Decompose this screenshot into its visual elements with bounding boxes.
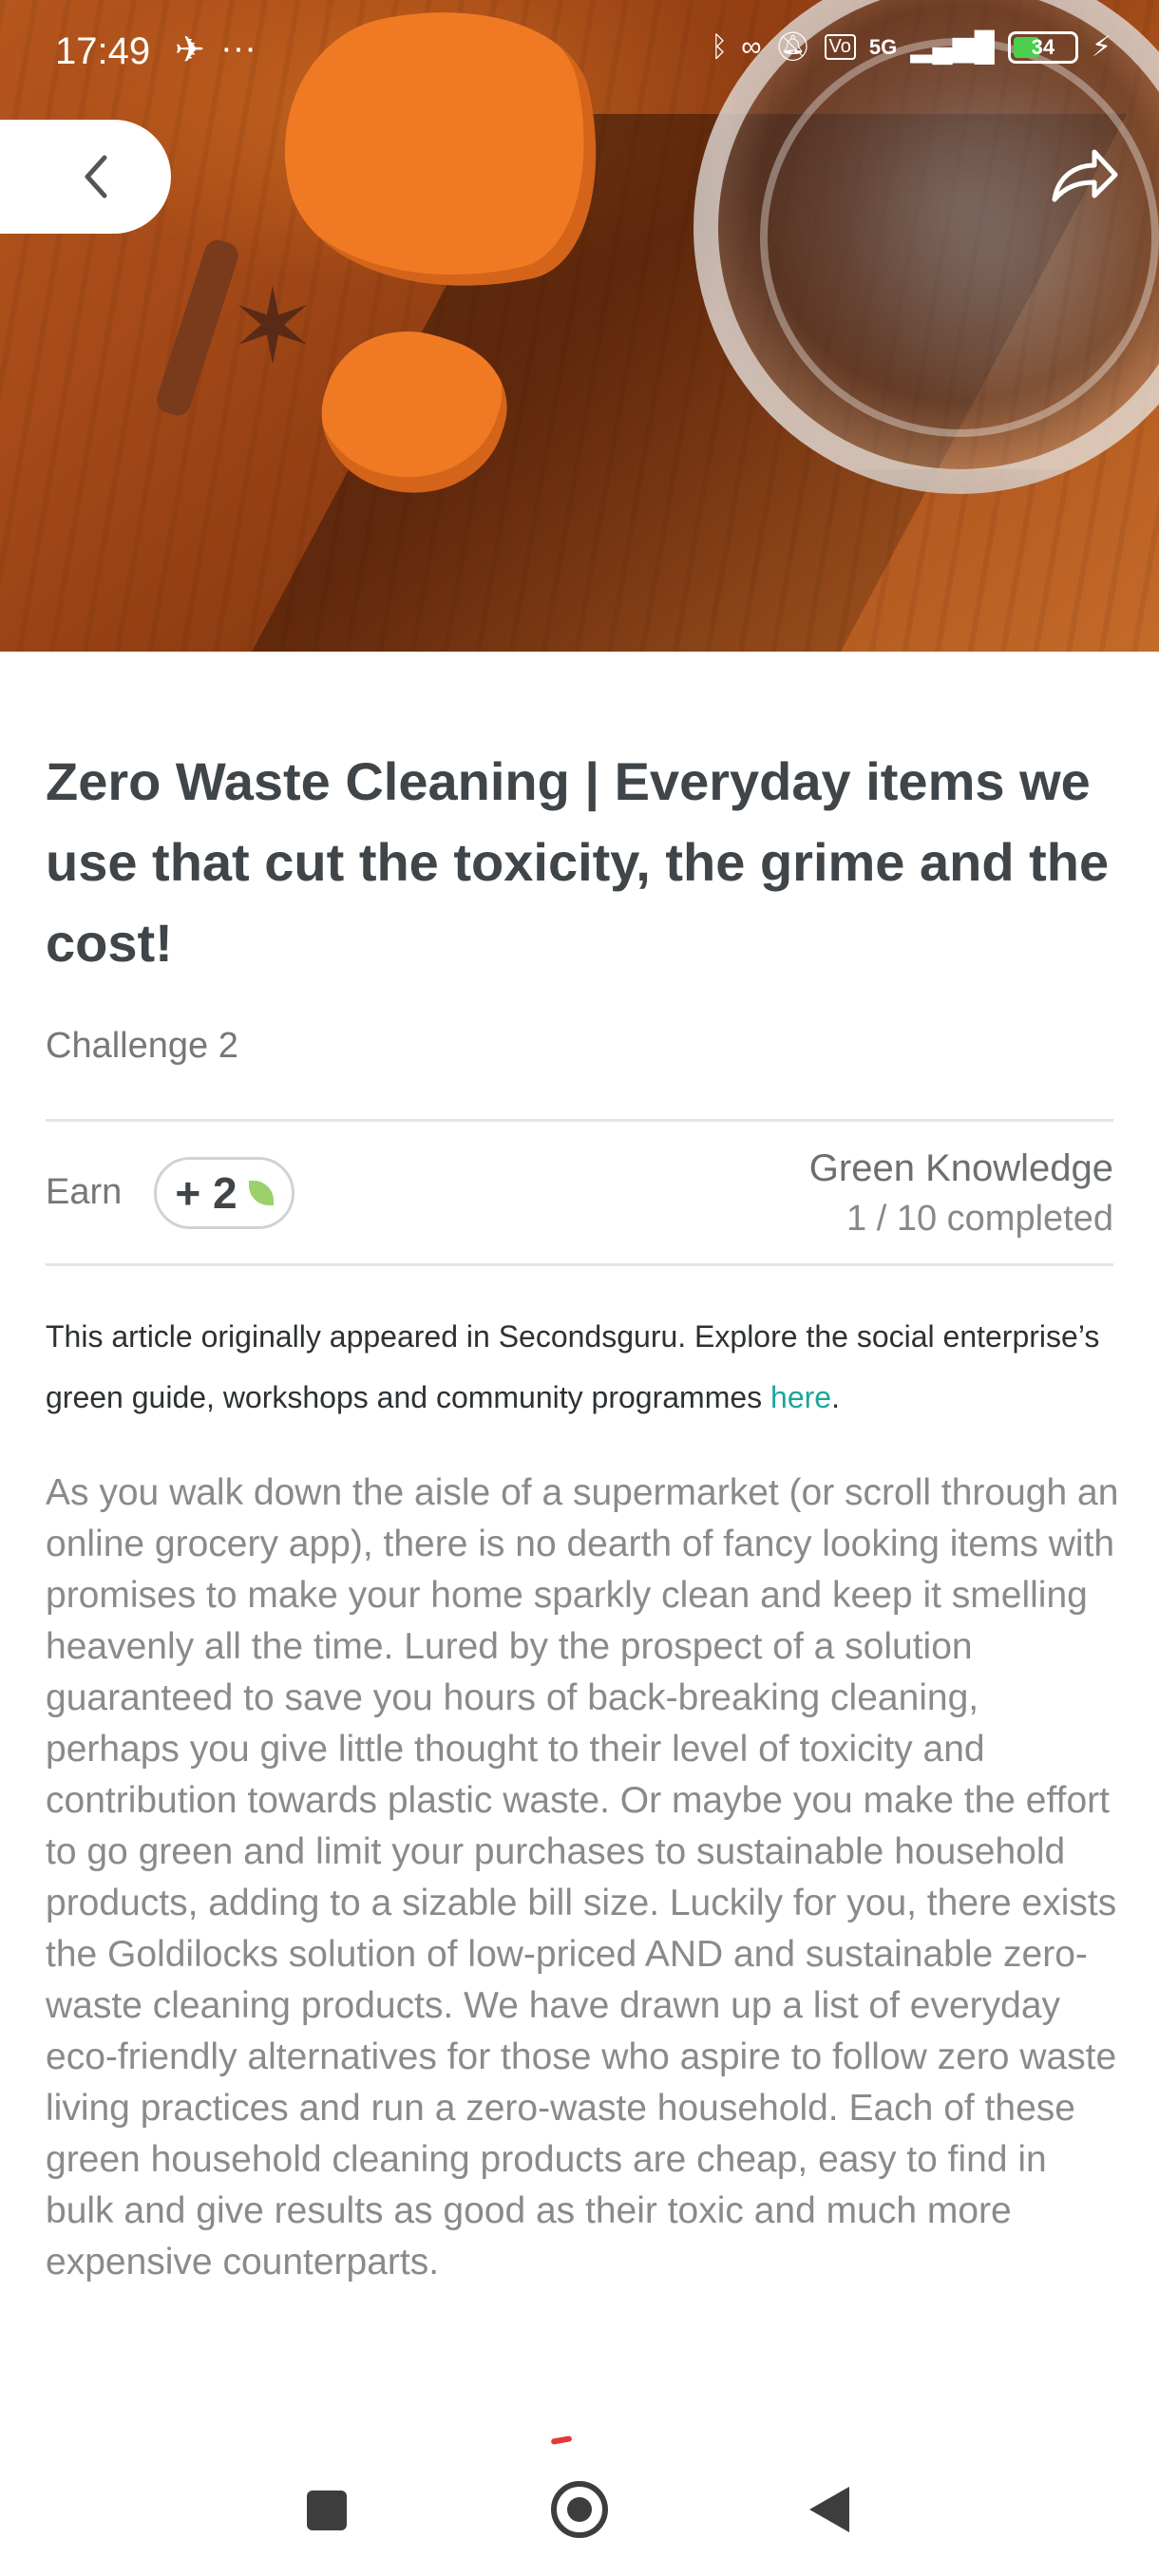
more-notifications-icon: ··· (220, 28, 256, 68)
intro-end: . (831, 1380, 840, 1414)
star-anise-icon: ✶ (228, 269, 317, 386)
home-dot-icon (567, 2497, 592, 2522)
article-body: As you walk down the aisle of a supermar… (46, 1472, 1119, 2282)
divider (46, 1263, 1113, 1266)
mute-icon: 🔕︎ (774, 31, 811, 63)
divider (46, 1119, 1113, 1122)
share-button[interactable] (1045, 142, 1121, 209)
bluetooth-icon: ᛒ (711, 30, 729, 63)
partial-image-edge (550, 2435, 573, 2445)
share-arrow-icon (1052, 149, 1118, 202)
article-title: Zero Waste Cleaning | Everyday items we … (46, 751, 1110, 973)
signal-icon: ▂▄▆█ (910, 31, 995, 63)
earn-label: Earn (46, 1172, 123, 1212)
screen: ✶ 17:49 ✈ ··· ᛒ ∞ 🔕︎ Vo 5G ▂▄▆█ 34 ⚡ Zer… (0, 0, 1159, 2576)
notification-icon: ✈ (175, 30, 205, 70)
status-time: 17:49 (55, 30, 151, 72)
category-title: Green Knowledge (808, 1147, 1113, 1189)
nav-back-button[interactable] (809, 2487, 849, 2532)
link-icon: ∞ (741, 30, 762, 63)
battery-level: 34 (1031, 34, 1055, 59)
source-link[interactable]: here (770, 1380, 831, 1414)
status-icons: ᛒ ∞ 🔕︎ Vo 5G ▂▄▆█ 34 ⚡ (711, 30, 1112, 64)
battery-icon: 34 (1007, 30, 1078, 64)
leaf-icon (248, 1181, 274, 1205)
intro-text: This article originally appeared in Seco… (46, 1319, 1100, 1414)
chevron-left-icon (85, 155, 107, 199)
challenge-label: Challenge 2 (46, 1026, 238, 1066)
volte-icon: Vo (824, 34, 856, 60)
points-value: + 2 (175, 1168, 238, 1218)
charging-icon: ⚡ (1091, 31, 1112, 63)
network-label: 5G (868, 34, 898, 59)
category-progress: 1 / 10 completed (846, 1199, 1113, 1239)
back-button[interactable] (0, 120, 171, 234)
status-bar: 17:49 ✈ ··· ᛒ ∞ 🔕︎ Vo 5G ▂▄▆█ 34 ⚡ (0, 0, 1159, 104)
points-badge: + 2 (154, 1157, 294, 1229)
recents-button[interactable] (307, 2491, 347, 2530)
intro-note: This article originally appeared in Seco… (46, 1306, 1119, 1428)
